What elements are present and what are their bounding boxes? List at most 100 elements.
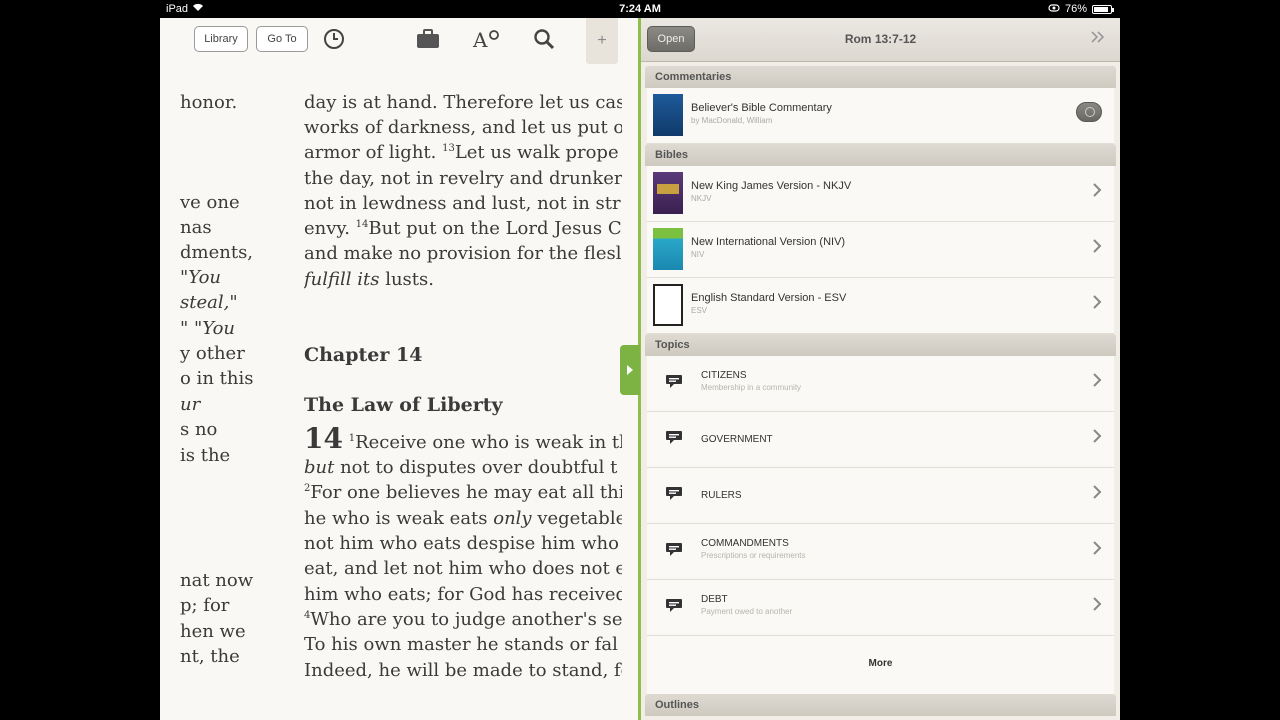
topic-row[interactable]: RULERS: [647, 468, 1114, 524]
topic-row[interactable]: COMMANDMENTS Prescriptions or requiremen…: [647, 524, 1114, 580]
text-line: armor of light. 13Let us walk prope: [304, 142, 619, 163]
text-span: lusts.: [379, 269, 434, 290]
panel-toggle-button[interactable]: [620, 345, 640, 395]
chevron-right-icon: [1092, 294, 1102, 315]
play-arrow-icon: [627, 365, 633, 375]
text-line: eat, and let not him who does not e: [304, 558, 622, 579]
section-header-outlines: Outlines: [645, 694, 1116, 716]
text-line: he who is weak eats only vegetable: [304, 508, 622, 529]
resource-subtitle: NIV: [691, 250, 705, 259]
text-span: vegetable: [531, 508, 622, 529]
topic-title: GOVERNMENT: [701, 434, 773, 445]
panel-header: Open Rom 13:7-12: [641, 18, 1120, 62]
text-line: honor.: [180, 92, 238, 113]
text-line: s no: [180, 419, 218, 440]
bible-row[interactable]: New King James Version - NKJV NKJV: [647, 166, 1114, 222]
battery-icon: [1092, 4, 1114, 14]
resource-subtitle: NKJV: [691, 194, 712, 203]
history-icon[interactable]: [320, 26, 348, 52]
italic-text: but: [304, 457, 335, 478]
chevron-right-icon: [1092, 540, 1102, 561]
text-line: not him who eats despise him who: [304, 533, 619, 554]
chapter-number: 14: [304, 422, 343, 455]
text-line: envy. 14But put on the Lord Jesus C: [304, 218, 622, 239]
text-line: the day, not in revelry and drunker: [304, 168, 622, 189]
library-button[interactable]: Library: [194, 26, 248, 52]
text-line: him who eats; for God has received: [304, 584, 622, 605]
resource-title: New King James Version - NKJV: [691, 180, 852, 192]
verse-number[interactable]: 13: [442, 143, 455, 154]
topic-row[interactable]: DEBT Payment owed to another: [647, 580, 1114, 636]
topic-title: RULERS: [701, 490, 742, 501]
text-line: steal,": [180, 292, 238, 313]
topic-title: CITIZENS: [701, 370, 747, 381]
text-line: not in lewdness and lust, not in str: [304, 193, 621, 214]
topic-subtitle: Membership in a community: [701, 383, 802, 392]
chevron-right-icon: [1092, 372, 1102, 393]
topic-title: COMMANDMENTS: [701, 538, 789, 549]
book-cover-icon: [653, 228, 683, 270]
previous-page-column: honor. ve one nas dments, "You steal," "…: [160, 62, 290, 720]
text-line: o in this: [180, 368, 254, 389]
resource-subtitle: ESV: [691, 306, 708, 315]
speech-bubble-icon: [665, 486, 683, 507]
text-line: nas: [180, 217, 212, 238]
speech-bubble-icon: [665, 374, 683, 395]
text-line: ve one: [180, 192, 240, 213]
italic-text: fulfill its: [304, 269, 380, 290]
goto-button[interactable]: Go To: [256, 26, 308, 52]
status-bar: iPad 7:24 AM 76%: [160, 0, 1120, 18]
text-line: Indeed, he will be made to stand, fo: [304, 660, 622, 681]
text-span: he who is weak eats: [304, 508, 494, 529]
text-line: is the: [180, 445, 231, 466]
study-panel: Open Rom 13:7-12 Commentaries Believer's…: [641, 18, 1120, 720]
search-icon[interactable]: [530, 26, 558, 52]
text-line: y other: [180, 343, 245, 364]
chevron-right-icon: [1092, 484, 1102, 505]
topic-subtitle: Payment owed to another: [701, 607, 793, 616]
double-chevron-right-icon[interactable]: [1090, 30, 1106, 49]
bible-row[interactable]: New International Version (NIV) NIV: [647, 222, 1114, 278]
rotation-lock-icon: [1048, 3, 1060, 16]
more-button[interactable]: More: [647, 636, 1114, 696]
commentary-row[interactable]: Believer's Bible Commentary by MacDonald…: [647, 88, 1114, 144]
text-line: nt, the: [180, 646, 240, 667]
topic-title: DEBT: [701, 594, 728, 605]
briefcase-icon[interactable]: [414, 26, 442, 52]
bible-text-page[interactable]: day is at hand. Therefore let us cas wor…: [304, 62, 622, 720]
chevron-right-icon: [1092, 596, 1102, 617]
speech-bubble-icon: [665, 430, 683, 451]
resource-subtitle: by MacDonald, William: [691, 116, 773, 125]
text-span: Receive one who is weak in tl: [355, 432, 622, 453]
bookmark-tab[interactable]: +: [586, 18, 618, 64]
ipad-screen: iPad 7:24 AM 76% Library Go To A + honor…: [160, 0, 1120, 720]
text-span: Let us walk prope: [454, 142, 619, 163]
text-line: dments,: [180, 242, 254, 263]
text-line: hen we: [180, 621, 246, 642]
text-size-icon[interactable]: A: [472, 26, 500, 52]
resource-title: New International Version (NIV): [691, 236, 846, 248]
clock: 7:24 AM: [619, 3, 661, 15]
panel-title: Rom 13:7-12: [844, 32, 917, 46]
resource-title: Believer's Bible Commentary: [691, 102, 832, 114]
svg-text:A: A: [472, 28, 488, 50]
topic-subtitle: Prescriptions or requirements: [701, 551, 806, 560]
text-line: nat now: [180, 570, 254, 591]
text-span: For one believes he may eat all thi: [310, 482, 622, 503]
topic-row[interactable]: CITIZENS Membership in a community: [647, 356, 1114, 412]
text-span: envy.: [304, 218, 356, 239]
book-cover-icon: [653, 284, 683, 326]
text-line: To his own master he stands or fal: [304, 634, 618, 655]
reader-pane: Library Go To A + honor. ve one nas dmen…: [160, 18, 638, 720]
bible-row[interactable]: English Standard Version - ESV ESV: [647, 278, 1114, 334]
text-span: not to disputes over doubtful t: [334, 457, 618, 478]
italic-text: only: [493, 508, 532, 529]
text-line: " "You: [180, 318, 236, 339]
section-header-topics: Topics: [645, 334, 1116, 356]
text-line: day is at hand. Therefore let us cas: [304, 92, 622, 113]
verse-number[interactable]: 14: [356, 219, 369, 230]
text-line: p; for: [180, 595, 230, 616]
download-button[interactable]: [1076, 102, 1102, 122]
topic-row[interactable]: GOVERNMENT: [647, 412, 1114, 468]
book-cover-icon: [653, 94, 683, 136]
